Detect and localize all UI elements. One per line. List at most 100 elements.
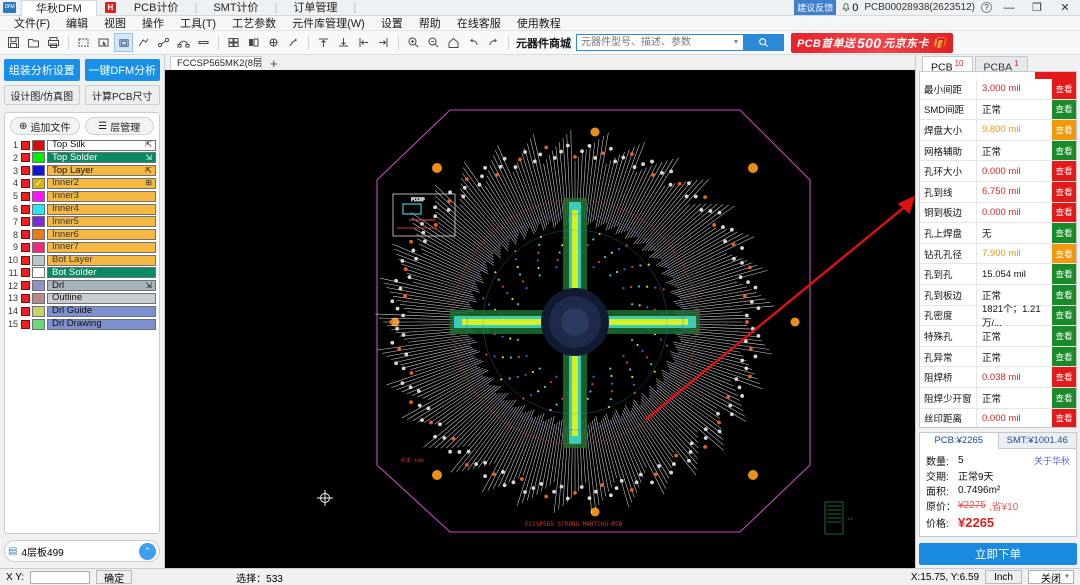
dfm-row-view-button[interactable]: 查看 <box>1052 409 1076 428</box>
flip-icon[interactable] <box>284 33 303 52</box>
layer-row[interactable]: 15Drl Drawing <box>8 318 156 330</box>
dfm-row-view-button[interactable]: 查看 <box>1052 347 1076 367</box>
layer-name[interactable]: Outline <box>47 293 156 304</box>
quick-order-chip[interactable]: ▤ 4层板499 ⌃ <box>4 540 160 562</box>
layer-list[interactable]: 1Top Silk⇱2Top Solder⇲3Top Layer⇱4✓Inner… <box>5 139 159 533</box>
layer-action-icon[interactable]: ⊞ <box>145 178 152 188</box>
dfm-row-view-button[interactable]: 查看 <box>1052 141 1076 161</box>
layer-row[interactable]: 10Bot Layer <box>8 254 156 266</box>
maximize-button[interactable]: ❐ <box>1026 1 1048 14</box>
price-tab-pcb[interactable]: PCB:¥2265 <box>920 433 999 449</box>
layer-manage-button[interactable]: ☰ 层管理 <box>85 117 155 135</box>
menu-help[interactable]: 帮助 <box>411 15 449 31</box>
feedback-button[interactable]: 建议反馈 <box>794 0 836 15</box>
dfm-row-view-button[interactable]: 查看 <box>1052 161 1076 181</box>
layer-color-swatch[interactable]: ✓ <box>32 178 45 189</box>
promo-banner[interactable]: PCB首单送 500 元京东卡 🎁 <box>791 33 953 53</box>
design-sim-button[interactable]: 设计图/仿真图 <box>4 85 80 105</box>
redo-icon[interactable] <box>484 33 503 52</box>
layer-name[interactable]: Inner7 <box>47 242 156 253</box>
layer-name[interactable]: Inner6 <box>47 229 156 240</box>
confirm-button[interactable]: 确定 <box>96 570 132 584</box>
layer-visibility-toggle[interactable] <box>21 179 30 188</box>
close-selection-dropdown[interactable]: 关闭 ▼ <box>1028 570 1074 584</box>
menu-file[interactable]: 文件(F) <box>6 15 58 31</box>
undo-icon[interactable] <box>464 33 483 52</box>
close-button[interactable]: ✕ <box>1054 1 1076 14</box>
layer-row[interactable]: 4✓Inner2⊞ <box>8 177 156 189</box>
menu-process-params[interactable]: 工艺参数 <box>224 15 284 31</box>
layer-color-swatch[interactable] <box>32 267 45 278</box>
layer-color-swatch[interactable] <box>32 280 45 291</box>
layer-name[interactable]: Top Silk⇱ <box>47 140 156 151</box>
dfm-row[interactable]: SMD间距正常查看 <box>920 100 1076 121</box>
layer-action-icon[interactable]: ⇱ <box>145 140 152 150</box>
layer-visibility-toggle[interactable] <box>21 230 30 239</box>
menu-tools[interactable]: 工具(T) <box>172 15 224 31</box>
layer-color-swatch[interactable] <box>32 191 45 202</box>
dfm-row-view-button[interactable]: 查看 <box>1052 203 1076 223</box>
dfm-row[interactable]: 网格辅助正常查看 <box>920 141 1076 162</box>
layer-visibility-toggle[interactable] <box>21 141 30 150</box>
assembly-analysis-settings-button[interactable]: 组装分析设置 <box>4 59 80 81</box>
layer-visibility-toggle[interactable] <box>21 205 30 214</box>
layer-name[interactable]: Bot Solder <box>47 267 156 278</box>
menu-settings[interactable]: 设置 <box>373 15 411 31</box>
layer-color-swatch[interactable] <box>32 293 45 304</box>
menu-view[interactable]: 视图 <box>96 15 134 31</box>
add-file-button[interactable]: ⊕ 追加文件 <box>10 117 80 135</box>
menu-tutorial[interactable]: 使用教程 <box>509 15 569 31</box>
layer-visibility-toggle[interactable] <box>21 153 30 162</box>
measure-icon[interactable] <box>134 33 153 52</box>
xy-input[interactable] <box>30 571 90 584</box>
dfm-row[interactable]: 孔环大小0.000 mil查看 <box>920 161 1076 182</box>
select-rect-icon[interactable] <box>74 33 93 52</box>
dfm-row[interactable]: 特殊孔正常查看 <box>920 326 1076 347</box>
dfm-row-view-button[interactable]: 查看 <box>1052 182 1076 202</box>
layer-color-swatch[interactable] <box>32 306 45 317</box>
layer-row[interactable]: 8Inner6 <box>8 228 156 240</box>
canvas-tab-fccsp[interactable]: FCCSP565MK2(8层板... <box>170 56 262 70</box>
layer-color-swatch[interactable] <box>32 152 45 163</box>
layer-visibility-toggle[interactable] <box>21 243 30 252</box>
dfm-row-view-button[interactable]: 查看 <box>1052 120 1076 140</box>
chevron-up-icon[interactable]: ⌃ <box>139 543 156 560</box>
title-tab-smt-quote[interactable]: SMT计价 <box>199 0 272 16</box>
dfm-row-view-button[interactable]: 查看 <box>1052 388 1076 408</box>
layer-visibility-toggle[interactable] <box>21 320 30 329</box>
layer-visibility-toggle[interactable] <box>21 192 30 201</box>
dfm-row[interactable]: 钻孔孔径7.900 mil查看 <box>920 244 1076 265</box>
dfm-row-view-button[interactable]: 查看 <box>1052 306 1076 326</box>
layer-color-swatch[interactable] <box>32 229 45 240</box>
layer-visibility-toggle[interactable] <box>21 294 30 303</box>
menu-edit[interactable]: 编辑 <box>58 15 96 31</box>
title-tab-order-mgmt[interactable]: 订单管理 <box>279 0 351 16</box>
save-icon[interactable] <box>4 33 23 52</box>
one-click-dfm-button[interactable]: 一键DFM分析 <box>85 59 161 81</box>
align-top-icon[interactable] <box>314 33 333 52</box>
route-icon[interactable] <box>154 33 173 52</box>
dfm-row-view-button[interactable]: 查看 <box>1052 244 1076 264</box>
dfm-row[interactable]: 最小间距3.000 mil查看 <box>920 79 1076 100</box>
title-tab-pcb-quote[interactable]: PCB计价 <box>120 0 193 16</box>
print-icon[interactable] <box>44 33 63 52</box>
layer-row[interactable]: 3Top Layer⇱ <box>8 165 156 177</box>
notification-bell-icon[interactable]: 0 <box>842 2 858 14</box>
layer-visibility-toggle[interactable] <box>21 256 30 265</box>
dfm-row[interactable]: 孔异常正常查看 <box>920 347 1076 368</box>
component-icon[interactable] <box>264 33 283 52</box>
pcb-canvas[interactable]: FCCSP 1.2 FCCSP565 STRONG MARTCHO-PC <box>165 70 915 568</box>
dfm-row-view-button[interactable]: 查看 <box>1052 326 1076 346</box>
layer-color-swatch[interactable] <box>32 216 45 227</box>
search-button[interactable] <box>743 35 783 50</box>
zoom-in-icon[interactable] <box>404 33 423 52</box>
title-tab-dfm[interactable]: 华秋DFM <box>21 0 97 16</box>
dfm-row-view-button[interactable]: 查看 <box>1052 223 1076 243</box>
layer-name[interactable]: Top Layer⇱ <box>47 165 156 176</box>
layer-visibility-toggle[interactable] <box>21 217 30 226</box>
dfm-row-view-button[interactable]: 查看 <box>1052 367 1076 387</box>
layer-visibility-toggle[interactable] <box>21 166 30 175</box>
snap-icon[interactable] <box>174 33 193 52</box>
minimize-button[interactable]: — <box>998 2 1020 14</box>
layer-name[interactable]: Bot Layer <box>47 255 156 266</box>
